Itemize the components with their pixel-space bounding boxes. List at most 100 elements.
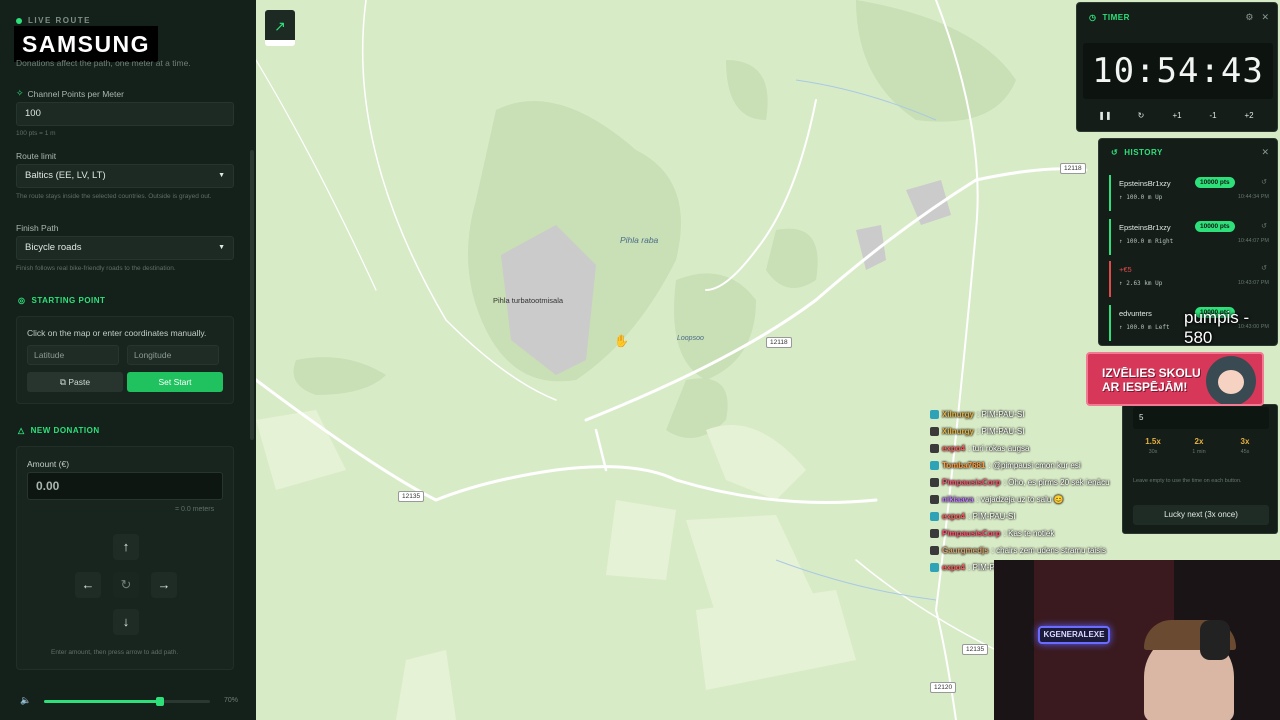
new-donation-title: △ NEW DONATION <box>18 426 100 435</box>
undo-icon[interactable]: ↺ <box>1261 264 1267 272</box>
chat-message: Tomba7681: @pimpausi cmon kur esi <box>930 461 1081 470</box>
multiplier-value: 3x <box>1240 437 1250 446</box>
multiplier-duration: 1 min <box>1192 449 1206 455</box>
chat-message: expo4: turi rokas augsa <box>930 444 1030 453</box>
neon-sign: KGENERALEXE <box>1038 626 1110 644</box>
multiplier-button[interactable]: 2x 1 min <box>1179 437 1219 467</box>
chat-text: : @pimpausi cmon kur esi <box>988 461 1081 470</box>
gear-icon[interactable]: ⚙ <box>1245 12 1253 23</box>
pause-button[interactable]: ❚❚ <box>1095 111 1115 120</box>
set-start-button[interactable]: Set Start <box>127 372 223 392</box>
lucky-next-button[interactable]: Lucky next (3x once) <box>1133 505 1269 525</box>
history-item: EpsteinsBr1xzy 10000 pts ↺ ↑ 100.0 m Up … <box>1109 175 1269 211</box>
chat-text: : PIM-PAU-SI <box>977 410 1025 419</box>
chat-username: expo4 <box>942 444 966 453</box>
history-close-icon[interactable]: ✕ <box>1261 147 1269 158</box>
chat-username: nikiaava <box>942 495 974 504</box>
timer-header-icons: ⚙ ✕ <box>1245 12 1269 23</box>
timer-header: ◷ TIMER <box>1089 13 1130 22</box>
road-badge: 12118 <box>766 337 792 348</box>
finish-path-label: Finish Path <box>16 223 59 233</box>
chat-username: PimpausisCorp <box>942 529 1001 538</box>
ad-line-2: AR IESPĒJĀM! <box>1102 380 1188 394</box>
starting-point-text: Click on the map or enter coordinates ma… <box>27 328 207 338</box>
cp-label: ✧ Channel Points per Meter <box>16 88 124 99</box>
chat-message: nikiaava: vajadzeja uz to salu 😊 <box>930 495 1063 504</box>
latitude-input[interactable]: Latitude <box>27 345 119 365</box>
ad-banner[interactable]: IZVĒLIES SKOLU AR IESPĒJĀM! <box>1086 352 1264 406</box>
arrow-down-button[interactable]: ↓ <box>113 609 139 635</box>
live-route-header: LIVE ROUTE <box>16 16 91 25</box>
amount-input[interactable]: 0.00 <box>27 472 223 500</box>
history-detail: ↑ 100.0 m Left <box>1119 324 1170 331</box>
history-detail: ↑ 100.0 m Right <box>1119 238 1174 245</box>
chat-username: Tomba7681 <box>942 461 986 470</box>
route-limit-value: Baltics (EE, LV, LT) <box>25 170 106 181</box>
sidebar: LIVE ROUTE SAMSUNG Donations affect the … <box>0 0 256 720</box>
chat-message: PimpausisCorp: Oho, es pirms 20 sek ienā… <box>930 478 1110 487</box>
volume-slider[interactable] <box>44 697 210 706</box>
chevron-down-icon: ▼ <box>218 172 225 179</box>
speaker-icon[interactable]: 🔈 <box>20 695 31 706</box>
minus-one-button[interactable]: -1 <box>1203 111 1223 120</box>
chat-username: expo4 <box>942 512 966 521</box>
multiplier-button[interactable]: 3x 45s <box>1225 437 1265 467</box>
app-root: Pihla raba Pihla turbatootmisala Loopsoo… <box>0 0 1280 720</box>
route-limit-hint: The route stays inside the selected coun… <box>16 193 212 200</box>
history-header: ↺ HISTORY <box>1111 148 1163 157</box>
volume-percent: 70% <box>224 697 239 704</box>
history-time: 10:43:07 PM <box>1237 280 1269 286</box>
warning-triangle-icon: △ <box>18 426 25 435</box>
donation-card: Amount (€) 0.00 = 0.0 meters ↑ ← ↻ → ↓ E… <box>16 446 234 670</box>
plus-two-button[interactable]: +2 <box>1239 111 1259 120</box>
ad-text: IZVĒLIES SKOLU AR IESPĒJĀM! <box>1102 366 1201 394</box>
arrow-hint: Enter amount, then press arrow to add pa… <box>51 649 179 656</box>
amount-label: Amount (€) <box>27 459 70 469</box>
live-dot-icon <box>16 17 22 24</box>
finish-path-select[interactable]: Bicycle roads ▼ <box>16 236 234 260</box>
chat-text: : Kas te notiek <box>1003 529 1055 538</box>
chat-text: : turi rokas augsa <box>968 444 1030 453</box>
volume-knob[interactable] <box>156 697 165 706</box>
arrow-left-button[interactable]: ← <box>75 572 101 598</box>
plus-one-button[interactable]: +1 <box>1167 111 1187 120</box>
reset-button[interactable]: ↻ <box>113 572 139 598</box>
history-detail: ↑ 100.0 m Up <box>1119 194 1163 201</box>
finish-path-value: Bicycle roads <box>25 242 82 253</box>
chevron-down-icon: ▼ <box>218 244 225 251</box>
history-time: 10:44:07 PM <box>1237 238 1269 244</box>
longitude-input[interactable]: Longitude <box>127 345 219 365</box>
history-donation: +€5 <box>1119 265 1132 274</box>
arrow-right-button[interactable]: → <box>151 572 177 598</box>
chat-badge-icon <box>930 478 939 487</box>
sidebar-scrollbar[interactable] <box>250 150 254 440</box>
history-item: +€5 ↺ ↑ 2.63 km Up 10:43:07 PM <box>1109 261 1269 297</box>
arrow-up-button[interactable]: ↑ <box>113 534 139 560</box>
cp-input[interactable]: 100 <box>16 102 234 126</box>
lucky-hint: Leave empty to use the time on each butt… <box>1133 478 1242 484</box>
undo-icon[interactable]: ↺ <box>1261 222 1267 230</box>
webcam-feed: KGENERALEXE <box>994 560 1280 720</box>
close-icon[interactable]: ✕ <box>1261 12 1269 23</box>
chat-username: Xilnurgy <box>942 410 975 419</box>
undo-icon[interactable]: ↺ <box>1261 178 1267 186</box>
chat-message: Gaurgmedjs: chairs zem udens stramu tais… <box>930 546 1106 555</box>
cp-label-text: Channel Points per Meter <box>27 88 124 99</box>
bog-areas <box>293 0 1016 438</box>
lucky-amount-input[interactable]: 5 <box>1133 407 1269 429</box>
field-areas <box>256 410 856 720</box>
chat-badge-icon <box>930 410 939 419</box>
road-badge: 12135 <box>398 491 425 502</box>
finish-path-hint: Finish follows real bike-friendly roads … <box>16 265 176 272</box>
brand-overlay: SAMSUNG <box>14 26 159 62</box>
chat-text: : vajadzeja uz to salu 😊 <box>976 495 1064 504</box>
paste-button[interactable]: ⧉ Paste <box>27 372 123 392</box>
chat-username: Xilnurgy <box>942 427 975 436</box>
timer-display: 10:54:43 <box>1083 43 1273 99</box>
chat-text: : Oho, es pirms 20 sek ienācu <box>1003 478 1110 487</box>
road-badge: 12120 <box>930 682 957 693</box>
road-badge: 12135 <box>962 644 989 655</box>
route-limit-select[interactable]: Baltics (EE, LV, LT) ▼ <box>16 164 234 188</box>
reset-timer-button[interactable]: ↻ <box>1131 111 1151 120</box>
route-toggle-button[interactable]: ↗ <box>265 10 295 46</box>
